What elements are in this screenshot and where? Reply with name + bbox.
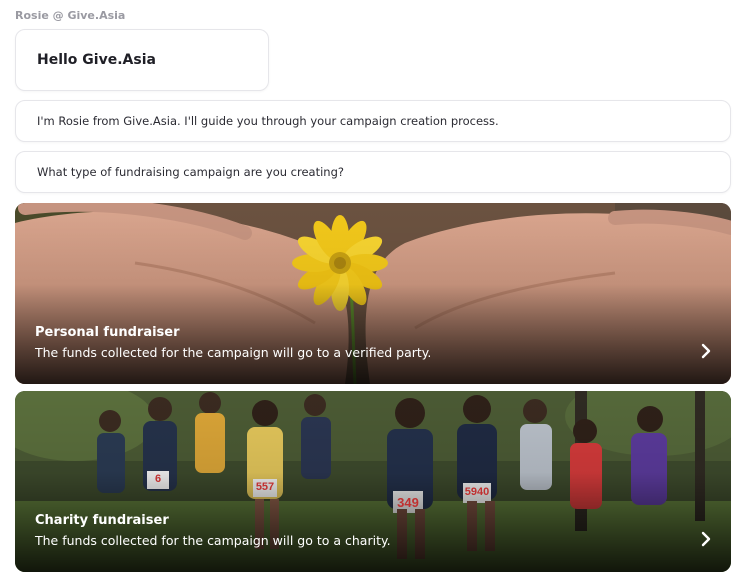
charity-fundraiser-title: Charity fundraiser [35,513,169,528]
question-message-text: What type of fundraising campaign are yo… [37,165,344,179]
runner-bib-number: 557 [255,481,275,493]
chevron-right-icon [701,531,711,547]
runner-bib-number: 5940 [464,486,490,498]
chevron-right-icon [701,343,711,359]
personal-fundraiser-description: The funds collected for the campaign wil… [35,345,432,360]
intro-message-text: I'm Rosie from Give.Asia. I'll guide you… [37,114,499,128]
greeting-text: Hello Give.Asia [37,52,156,68]
sender-label: Rosie @ Give.Asia [15,9,126,22]
runner-bib-number: 6 [154,473,162,485]
personal-fundraiser-card[interactable]: Personal fundraiser The funds collected … [15,203,731,384]
greeting-bubble: Hello Give.Asia [15,29,269,91]
runner-bib-number: 349 [397,495,419,510]
personal-fundraiser-title: Personal fundraiser [35,325,180,340]
charity-fundraiser-card[interactable]: 5940 349 557 6 Charity fundraiser The fu… [15,391,731,572]
charity-fundraiser-description: The funds collected for the campaign wil… [35,533,391,548]
intro-message-bubble: I'm Rosie from Give.Asia. I'll guide you… [15,100,731,142]
question-message-bubble: What type of fundraising campaign are yo… [15,151,731,193]
